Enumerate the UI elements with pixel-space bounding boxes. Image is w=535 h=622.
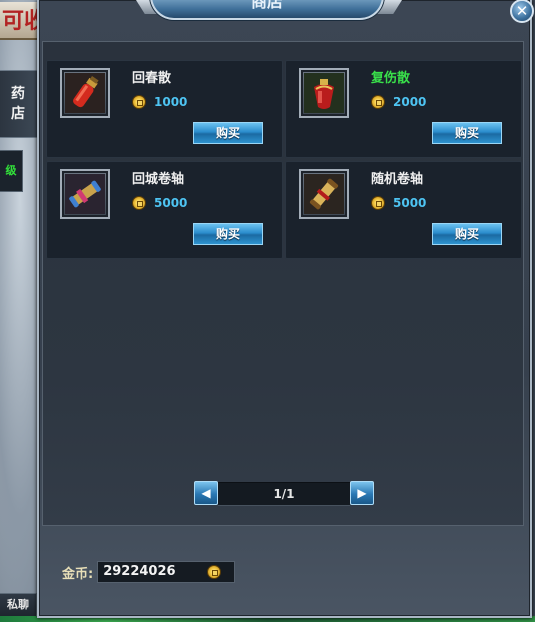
gold-coin-icon [371,196,385,210]
gold-coin-icon [371,95,385,109]
chevron-left-icon: ◀ [201,486,211,500]
item-name: 随机卷轴 [371,172,424,187]
wallet-row: 金币: 29224026 [62,560,236,584]
close-icon: ✕ [515,1,529,20]
item-card: 回城卷轴 5000 购买 [46,161,283,259]
item-price: 5000 [132,196,187,210]
gold-coin-icon [132,95,146,109]
chevron-right-icon: ▶ [357,486,367,500]
item-price: 2000 [371,95,426,109]
gold-amount: 29224026 [103,564,176,579]
gold-amount-box: 29224026 [97,561,236,583]
blue-scroll-icon [65,174,105,214]
item-list-panel: 回春散 1000 购买 复伤散 2000 购买 回城卷轴 5000 购买 随机卷… [42,41,524,526]
item-price: 5000 [371,196,426,210]
gold-scroll-icon [304,174,344,214]
side-tab-char-1: 药 [11,86,27,102]
item-card: 随机卷轴 5000 购买 [285,161,522,259]
item-card: 复伤散 2000 购买 [285,60,522,158]
item-slot[interactable] [60,68,110,118]
red-potion-vial-icon [65,73,105,113]
buy-button[interactable]: 购买 [193,122,263,144]
item-card: 回春散 1000 购买 [46,60,283,158]
close-button[interactable]: ✕ [510,0,534,23]
item-price-value: 5000 [154,196,188,210]
item-name: 回春散 [132,71,172,86]
gold-coin-icon [207,565,222,579]
page-indicator: 1/1 [218,482,350,506]
buy-button[interactable]: 购买 [432,223,502,245]
item-name: 复伤散 [371,71,411,86]
red-potion-bottle-icon [304,73,344,113]
private-chat-button[interactable]: 私聊 [0,593,37,617]
item-price: 1000 [132,95,187,109]
buy-button[interactable]: 购买 [193,223,263,245]
pagination: ◀ 1/1 ▶ [194,481,374,506]
prev-page-button[interactable]: ◀ [194,481,218,505]
gold-coin-icon [132,196,146,210]
next-page-button[interactable]: ▶ [350,481,374,505]
window-title: 商店 [150,0,384,20]
item-name: 回城卷轴 [132,172,185,187]
item-slot[interactable] [60,169,110,219]
gold-label: 金币: [62,566,94,582]
level-chip: 级 [0,150,23,192]
item-slot[interactable] [299,68,349,118]
buy-button[interactable]: 购买 [432,122,502,144]
item-slot[interactable] [299,169,349,219]
item-price-value: 5000 [393,196,427,210]
item-price-value: 1000 [154,95,188,109]
item-price-value: 2000 [393,95,427,109]
side-tab-char-2: 店 [11,106,27,122]
side-tab-pharmacy[interactable]: 药 店 [0,70,39,138]
